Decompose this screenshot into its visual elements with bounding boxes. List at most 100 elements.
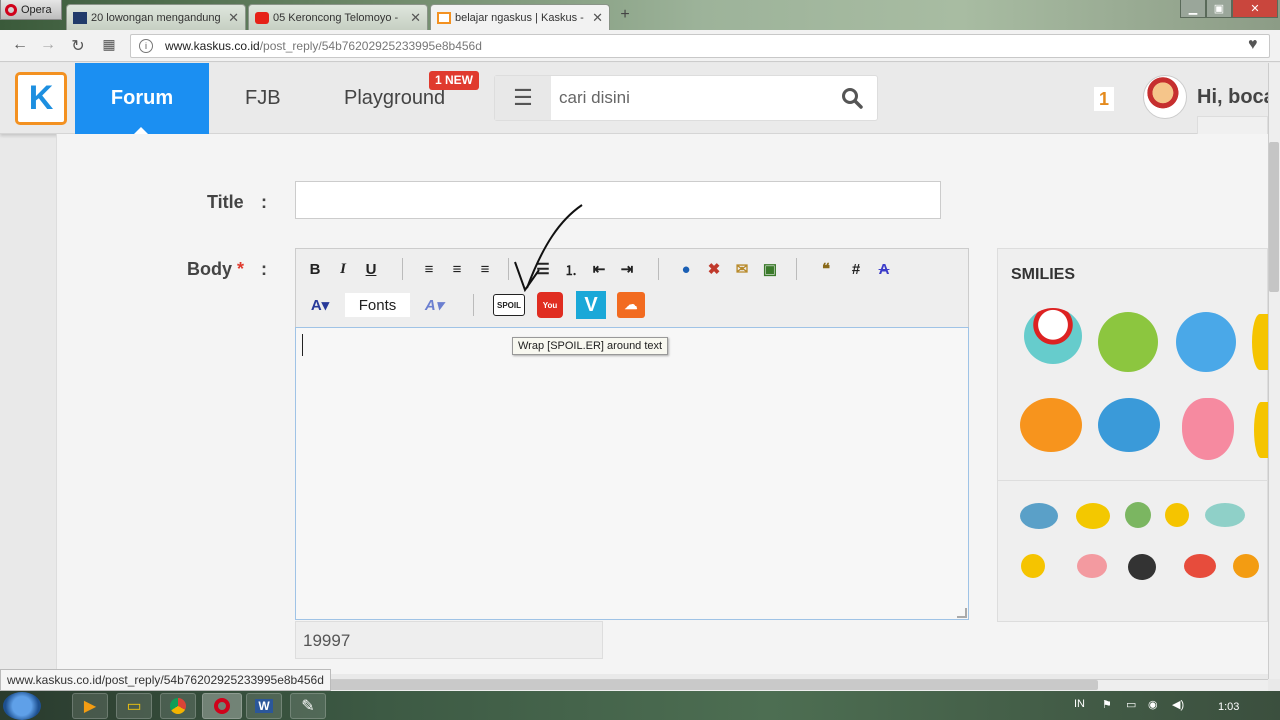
smiley-small-2[interactable] <box>1076 503 1110 529</box>
kaskus-logo[interactable]: K <box>15 72 67 125</box>
title-input[interactable] <box>295 181 941 219</box>
spoiler-tooltip: Wrap [SPOIL.ER] around text <box>512 337 669 355</box>
browser-tab-3[interactable]: belajar ngaskus | Kaskus - ✕ <box>430 4 610 30</box>
smiley-partial[interactable] <box>1254 402 1268 458</box>
font-family-select[interactable]: Fonts <box>345 293 410 317</box>
underline-icon[interactable]: U <box>360 258 382 280</box>
align-left-icon[interactable]: ≡ <box>418 258 440 280</box>
user-avatar[interactable] <box>1143 75 1187 119</box>
tab-title: belajar ngaskus | Kaskus - <box>455 11 584 24</box>
tray-icon[interactable]: ▭ <box>1126 698 1136 711</box>
notification-count[interactable]: 1 <box>1094 87 1114 111</box>
body-editor[interactable] <box>295 327 969 620</box>
new-tab-button[interactable]: + <box>614 6 636 26</box>
text-caret <box>302 334 303 356</box>
logo-letter: K <box>28 79 54 117</box>
smiley-small-10[interactable] <box>1233 554 1259 578</box>
smiley-small-5[interactable] <box>1205 503 1245 527</box>
close-icon[interactable]: ✕ <box>228 10 239 26</box>
nav-forum-label: Forum <box>110 87 174 109</box>
search-box: ☰ cari disini <box>494 75 878 121</box>
start-button[interactable] <box>3 692 41 720</box>
align-center-icon[interactable]: ≡ <box>446 258 468 280</box>
new-badge: 1 NEW <box>429 71 480 90</box>
resize-handle[interactable] <box>957 608 967 618</box>
toolbar-divider <box>796 258 797 280</box>
back-arrow-icon[interactable]: ← <box>10 36 30 54</box>
forward-arrow-icon[interactable]: → <box>38 36 58 54</box>
media-player-icon[interactable]: ▶ <box>72 693 108 719</box>
address-bar[interactable]: i www.kaskus.co.id/post_reply/54b7620292… <box>130 34 1270 58</box>
vertical-scroll-thumb[interactable] <box>1269 142 1279 292</box>
clock[interactable]: 1:03 <box>1218 701 1239 713</box>
annotation-arrow <box>514 204 583 293</box>
bookmark-heart-icon[interactable]: ♥ <box>1248 36 1258 54</box>
minimize-button[interactable]: ▁ <box>1180 0 1206 18</box>
remove-format-icon[interactable]: A <box>873 258 895 280</box>
user-greeting[interactable]: Hi, boca <box>1197 86 1275 109</box>
smiley-small-3[interactable] <box>1125 502 1151 528</box>
status-bar-url: www.kaskus.co.id/post_reply/54b762029252… <box>0 669 331 691</box>
security-icon[interactable]: ◉ <box>1148 698 1158 711</box>
reload-icon[interactable]: ↻ <box>68 36 88 56</box>
soundcloud-icon[interactable]: ☁ <box>617 292 645 318</box>
volume-icon[interactable]: ◀) <box>1172 698 1184 711</box>
insert-image-icon[interactable]: ▣ <box>759 258 781 280</box>
italic-icon[interactable]: I <box>332 258 354 280</box>
email-link-icon[interactable]: ✉ <box>731 258 753 280</box>
close-icon[interactable]: ✕ <box>592 10 603 26</box>
window-close-button[interactable]: ✕ <box>1232 0 1278 18</box>
insert-link-icon[interactable]: ● <box>675 258 697 280</box>
opera-taskbar-icon[interactable] <box>202 693 242 719</box>
body-label: Body <box>187 259 232 279</box>
smiley-small-8[interactable] <box>1128 554 1156 580</box>
align-right-icon[interactable]: ≡ <box>474 258 496 280</box>
site-info-icon[interactable]: i <box>139 39 153 53</box>
nav-playground-link[interactable]: Playground <box>344 87 445 110</box>
smiley-sara[interactable] <box>1024 308 1082 364</box>
paint-icon[interactable]: ✎ <box>290 693 326 719</box>
smiley-small-6[interactable] <box>1021 554 1045 578</box>
action-center-icon[interactable]: ⚑ <box>1102 698 1112 711</box>
nav-fjb-link[interactable]: FJB <box>245 87 281 110</box>
smiley-blue-shock[interactable] <box>1098 398 1160 452</box>
search-icon[interactable] <box>841 87 863 115</box>
required-marker: * <box>237 259 245 279</box>
indent-icon[interactable]: ⇥ <box>616 258 638 280</box>
chrome-icon[interactable] <box>160 693 196 719</box>
title-label: Title <box>207 192 244 212</box>
smiley-small-1[interactable] <box>1020 503 1058 529</box>
speed-dial-icon[interactable]: ▦ <box>99 36 119 53</box>
search-input[interactable]: cari disini <box>559 88 630 108</box>
smiley-small-4[interactable] <box>1165 503 1189 527</box>
smiley-blue-blob[interactable] <box>1176 312 1236 372</box>
word-icon[interactable]: W <box>246 693 282 719</box>
bold-icon[interactable]: B <box>304 258 326 280</box>
smiley-small-9[interactable] <box>1184 554 1216 578</box>
toolbar-divider <box>402 258 403 280</box>
nav-forum-tab[interactable]: Forum <box>75 63 209 134</box>
page-icon <box>73 11 87 24</box>
category-menu-icon[interactable]: ☰ <box>495 76 551 120</box>
opera-icon <box>5 3 17 16</box>
file-explorer-icon[interactable]: ▭ <box>116 693 152 719</box>
font-size-icon[interactable]: A▾ <box>418 294 450 316</box>
quote-icon[interactable]: ❝ <box>815 258 837 280</box>
close-icon[interactable]: ✕ <box>410 10 421 26</box>
code-hash-icon[interactable]: # <box>845 258 867 280</box>
font-color-icon[interactable]: A▾ <box>304 294 336 316</box>
tab-title: 05 Keroncong Telomoyo - <box>273 11 399 24</box>
smiley-green-monster[interactable] <box>1098 312 1158 372</box>
browser-tab-2[interactable]: 05 Keroncong Telomoyo - ✕ <box>248 4 428 30</box>
maximize-button[interactable]: ▣ <box>1206 0 1232 18</box>
character-counter: 19997 <box>295 621 603 659</box>
language-indicator[interactable]: IN <box>1074 698 1085 710</box>
remove-link-icon[interactable]: ✖ <box>703 258 725 280</box>
smiley-laughing[interactable] <box>1020 398 1082 452</box>
smiley-heart[interactable] <box>1182 398 1234 460</box>
toolbar-divider <box>473 294 474 316</box>
smiley-small-7[interactable] <box>1077 554 1107 578</box>
smiley-partial[interactable] <box>1252 314 1268 370</box>
browser-tab-1[interactable]: 20 lowongan mengandung ✕ <box>66 4 246 30</box>
opera-menu-button[interactable]: Opera <box>0 0 62 20</box>
